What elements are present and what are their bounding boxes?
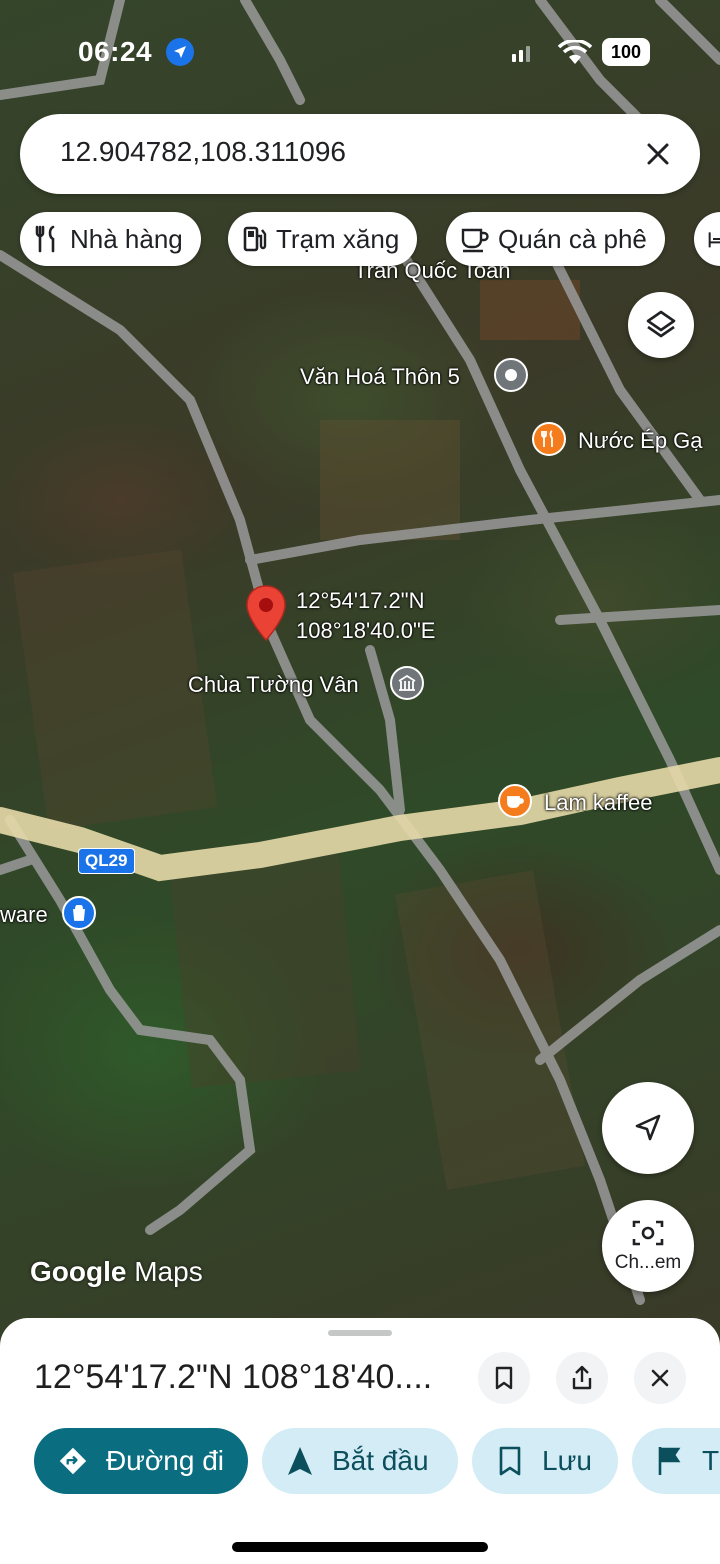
my-location-button[interactable] — [602, 1082, 694, 1174]
bookmark-icon — [499, 1446, 521, 1476]
restaurant-pin-icon[interactable] — [532, 422, 566, 456]
label-place-button[interactable]: T — [632, 1428, 720, 1494]
location-active-icon — [166, 38, 194, 66]
map-layers-button[interactable] — [628, 292, 694, 358]
save-button[interactable]: Lưu — [472, 1428, 618, 1494]
chip-restaurants[interactable]: Nhà hàng — [20, 212, 201, 266]
chip-gas-stations-label: Trạm xăng — [276, 223, 400, 254]
google-logo-product: Maps — [134, 1256, 203, 1287]
share-icon — [572, 1365, 592, 1390]
map-label-ware[interactable]: ware — [0, 902, 48, 928]
google-logo-brand: Google — [30, 1256, 127, 1287]
label-place-text: T — [702, 1445, 720, 1476]
camera-search-icon — [632, 1220, 664, 1246]
place-bottom-sheet[interactable]: 12°54'17.2"N 108°18'40.... Đường đi Bắt … — [0, 1318, 720, 1564]
close-icon — [647, 143, 669, 165]
start-navigation-button[interactable]: Bắt đầu — [262, 1428, 458, 1494]
landmark-pin-icon[interactable] — [494, 358, 528, 392]
close-icon — [651, 1369, 669, 1387]
google-maps-logo: Google Maps — [30, 1256, 203, 1288]
status-time: 06:24 — [78, 36, 153, 67]
search-input[interactable]: 12.904782,108.311096 — [60, 136, 346, 168]
chip-coffee[interactable]: Quán cà phê — [446, 212, 665, 266]
sheet-drag-handle[interactable] — [328, 1330, 392, 1336]
chip-restaurants-label: Nhà hàng — [70, 223, 183, 254]
search-bar[interactable]: 12.904782,108.311096 — [20, 114, 700, 194]
map-label-chua-tuong-van[interactable]: Chùa Tường Vân — [188, 672, 359, 698]
restaurant-icon — [35, 225, 55, 253]
lens-button-label: Ch...em — [614, 1252, 682, 1273]
place-title: 12°54'17.2"N 108°18'40.... — [34, 1358, 433, 1396]
status-bar: 06:24 100 — [0, 0, 720, 100]
bookmark-icon — [495, 1366, 513, 1390]
share-button[interactable] — [556, 1352, 608, 1404]
directions-button[interactable]: Đường đi — [34, 1428, 248, 1494]
start-label: Bắt đầu — [332, 1445, 429, 1476]
lens-search-button[interactable]: Ch...em — [602, 1200, 694, 1292]
chip-gas-stations[interactable]: Trạm xăng — [228, 212, 418, 266]
navigation-start-icon — [288, 1447, 312, 1475]
gas-station-icon — [243, 226, 267, 252]
save-place-button[interactable] — [478, 1352, 530, 1404]
layers-icon — [646, 310, 676, 338]
cellular-signal-icon — [512, 46, 530, 62]
shopping-pin-icon[interactable] — [62, 896, 96, 930]
pin-latitude: 12°54'17.2"N — [296, 588, 425, 613]
temple-pin-icon[interactable] — [390, 666, 424, 700]
map-label-nuoc-ep[interactable]: Nước Ép Gạ — [578, 428, 703, 454]
wifi-icon — [558, 40, 592, 64]
pin-longitude: 108°18'40.0"E — [296, 618, 436, 643]
road-shield-ql29: QL29 — [78, 848, 135, 874]
coffee-icon — [461, 228, 489, 253]
dropped-pin-icon[interactable] — [244, 584, 288, 642]
hotel-icon — [708, 232, 720, 248]
clear-search-button[interactable] — [636, 132, 680, 176]
map-label-van-hoa-thon-5[interactable]: Văn Hoá Thôn 5 — [300, 364, 460, 390]
pin-coordinates-label: 12°54'17.2"N 108°18'40.0"E — [296, 586, 435, 646]
close-sheet-button[interactable] — [634, 1352, 686, 1404]
navigation-arrow-icon — [635, 1114, 661, 1141]
chip-coffee-label: Quán cà phê — [498, 223, 647, 254]
save-label: Lưu — [542, 1445, 592, 1476]
battery-indicator: 100 — [602, 38, 650, 66]
map-label-lam-kaffee[interactable]: Lam kaffee — [544, 790, 652, 816]
directions-icon — [59, 1447, 87, 1475]
home-indicator[interactable] — [232, 1542, 488, 1552]
cafe-pin-icon[interactable] — [498, 784, 532, 818]
directions-label: Đường đi — [105, 1445, 224, 1476]
flag-icon — [658, 1447, 681, 1475]
